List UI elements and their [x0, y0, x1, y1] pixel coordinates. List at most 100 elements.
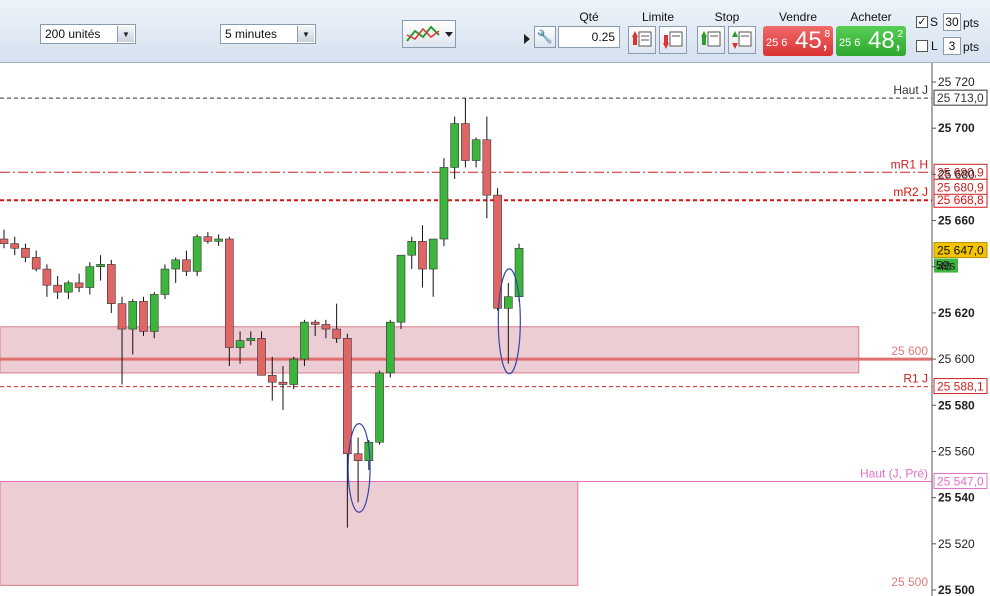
buy-price-main: 48,	[868, 27, 902, 54]
candle-body	[53, 284, 62, 293]
limit-pts-label: pts	[963, 40, 980, 54]
candle-body	[96, 264, 105, 268]
candle-body	[117, 303, 127, 330]
candle-body	[504, 296, 513, 309]
candle-body	[257, 338, 266, 376]
sell-stop-icon	[732, 31, 752, 49]
candle-body	[418, 241, 427, 270]
level-price-label: 25 680,9	[937, 180, 984, 194]
timeframe-select[interactable]: 5 minutes ▼	[220, 24, 316, 44]
sell-stop-button[interactable]	[728, 26, 756, 54]
candle-body	[182, 259, 191, 272]
chart-toolbar: 200 unités ▼ 5 minutes ▼ 🔧 Qté 0.25 Limi…	[0, 0, 990, 63]
level-price-label: 25 668,8	[937, 193, 984, 207]
candle-body	[235, 340, 245, 348]
level-price-label: 25 713,0	[937, 91, 984, 105]
limit-checkbox[interactable]	[916, 40, 928, 52]
candle-body	[192, 236, 202, 272]
stop-pts-label: pts	[963, 16, 980, 30]
axis-tick-label: 25 500	[938, 583, 975, 596]
candle-body	[482, 139, 492, 196]
sell-button[interactable]: 25 6 45, 8	[763, 26, 833, 56]
candle-body	[450, 123, 459, 168]
level-name: R1 J	[903, 372, 928, 386]
candle-body	[31, 257, 41, 270]
candle-body	[225, 238, 234, 348]
chart-type-button[interactable]	[402, 20, 456, 48]
buy-price-sup: 2	[897, 29, 903, 40]
limit-pts-input[interactable]: 3	[943, 37, 961, 55]
candle-body	[0, 238, 9, 244]
axis-tick-label: 25 580	[938, 398, 975, 412]
axis-tick-label: 25 660	[938, 214, 975, 228]
axis-tick-label: 25 560	[938, 444, 975, 458]
units-select[interactable]: 200 unités ▼	[40, 24, 136, 44]
zone-label: 25 500	[891, 575, 928, 589]
sell-limit-icon	[663, 31, 683, 49]
candle-body	[428, 238, 438, 270]
candle-body	[310, 321, 320, 325]
candle-body	[246, 338, 256, 341]
level-name: Haut J	[893, 83, 928, 97]
sell-price-prefix: 25 6	[766, 37, 788, 49]
candle-body	[85, 266, 95, 288]
qty-input[interactable]: 0.25	[558, 26, 620, 48]
stop-pts-input[interactable]: 30	[943, 13, 961, 31]
candle-body	[332, 328, 341, 339]
candle-body	[139, 301, 148, 332]
buy-label: Acheter	[850, 10, 892, 24]
candle-body	[42, 268, 52, 286]
axis-tick-label: 25 540	[938, 491, 975, 505]
sell-price-sup: 8	[824, 29, 830, 40]
stop-label: Stop	[714, 10, 740, 24]
sell-label: Vendre	[778, 10, 818, 24]
candle-body	[64, 282, 73, 293]
wrench-icon[interactable]: 🔧	[534, 26, 556, 48]
candle-body	[74, 282, 84, 288]
zone-label: 25 600	[891, 344, 928, 358]
timeframe-select-value: 5 minutes	[225, 27, 278, 41]
candle-body	[461, 123, 470, 161]
level-name: mR2 J	[893, 185, 928, 199]
buy-price-prefix: 25 6	[839, 37, 861, 49]
chevron-down-icon[interactable]: ▼	[297, 26, 314, 42]
chevron-down-icon[interactable]: ▼	[117, 26, 134, 42]
axis-tick-label: 25 620	[938, 306, 975, 320]
support-zone	[0, 326, 860, 374]
price-axis[interactable]: 25 720 25 700 25 680 25 660 40 25 620 25 600 25…	[931, 62, 975, 596]
price-chart[interactable]: 25 600 25 500 Haut J 25 713,0 mR1 H 25 680,9…	[0, 0, 990, 596]
candle-body	[353, 453, 363, 461]
buy-button[interactable]: 25 6 48, 2	[836, 26, 906, 56]
candle-body	[321, 324, 331, 330]
qty-label: Qté	[579, 10, 599, 24]
candle-body	[160, 268, 170, 295]
candle-body	[267, 374, 277, 383]
stop-check-label: S	[930, 15, 939, 29]
candle-body	[278, 381, 288, 385]
support-zone	[0, 480, 579, 586]
level-price-label: 25 588,1	[937, 380, 984, 394]
limit-check-label: L	[931, 39, 938, 53]
candle-body	[407, 241, 417, 256]
candle-body	[214, 238, 223, 242]
candle-body	[10, 243, 20, 249]
buy-limit-button[interactable]	[628, 26, 656, 54]
candle-body	[128, 301, 138, 330]
candle-body	[375, 372, 384, 443]
candle-body	[343, 338, 352, 455]
candle-body	[514, 247, 524, 298]
sell-limit-button[interactable]	[659, 26, 687, 54]
candle-body	[396, 254, 406, 323]
candle-body	[300, 321, 309, 360]
collapse-arrow-icon[interactable]	[524, 34, 530, 44]
candle-body	[149, 294, 159, 332]
candle-body	[385, 321, 395, 374]
sell-price-main: 45,	[795, 27, 829, 54]
stop-checkbox[interactable]: ✓	[916, 16, 928, 28]
chart-type-icon	[406, 25, 453, 42]
limit-label: Limite	[641, 10, 674, 24]
candle-body	[107, 264, 116, 304]
candle-body	[471, 139, 481, 161]
buy-stop-button[interactable]	[697, 26, 725, 54]
axis-tick-label: 25 520	[938, 537, 975, 551]
